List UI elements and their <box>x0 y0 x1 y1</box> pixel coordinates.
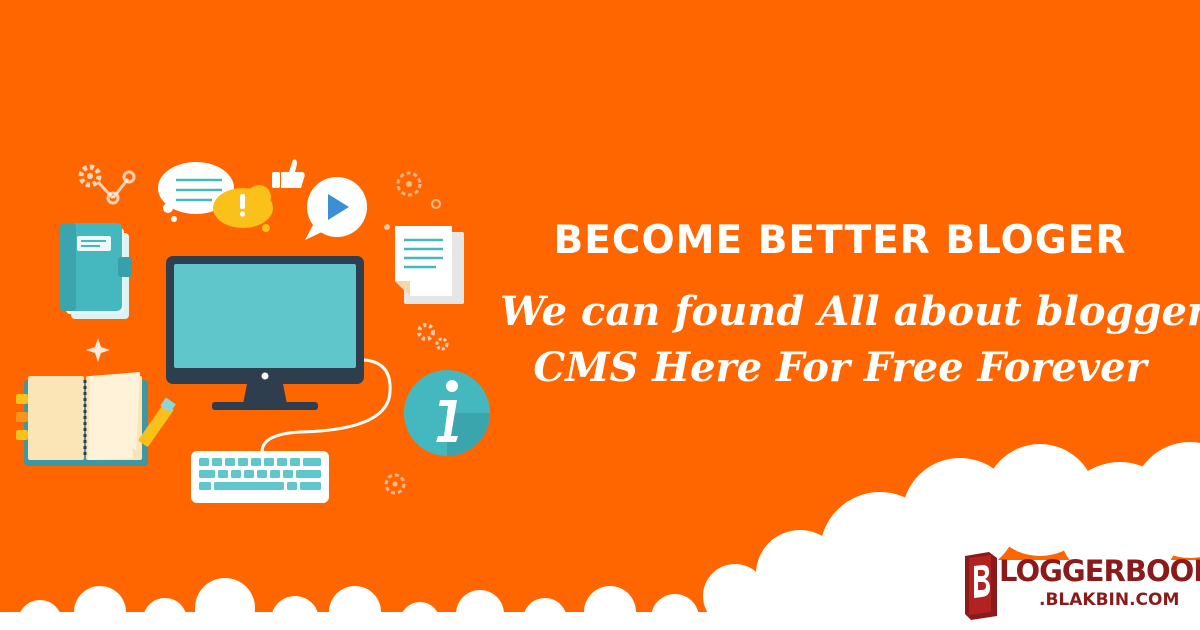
monitor-icon <box>166 256 364 410</box>
brand-logo[interactable]: LOGGERBOOK .BLAKBIN.COM <box>955 548 1200 626</box>
tagline: We can found All about blogger CMS Here … <box>500 284 1200 396</box>
gear-icon <box>384 473 406 495</box>
sparkle-icon <box>86 338 110 362</box>
thumbs-up-icon <box>272 159 305 188</box>
keyboard-icon <box>191 451 329 503</box>
logo-domain: .BLAKBIN.COM <box>1039 590 1180 610</box>
folder-icon <box>60 223 132 319</box>
network-icon <box>96 170 136 205</box>
banner: BECOME BETTER BLOGER We can found All ab… <box>0 0 1200 630</box>
video-bubble-icon <box>305 177 367 240</box>
gear-icon <box>78 164 102 188</box>
tagline-line-1: We can found All about blogger <box>500 288 1200 335</box>
gear-icon <box>417 323 449 351</box>
book-b-icon <box>965 552 997 620</box>
info-icon <box>404 370 490 456</box>
open-notebook-icon <box>16 372 148 466</box>
headline: BECOME BETTER BLOGER <box>553 218 1127 263</box>
gear-icon <box>396 171 422 197</box>
tagline-line-2: CMS Here For Free Forever <box>533 344 1147 391</box>
document-icon <box>395 226 464 304</box>
logo-name: LOGGERBOOK <box>999 554 1200 588</box>
sparkle-icon <box>384 224 390 230</box>
